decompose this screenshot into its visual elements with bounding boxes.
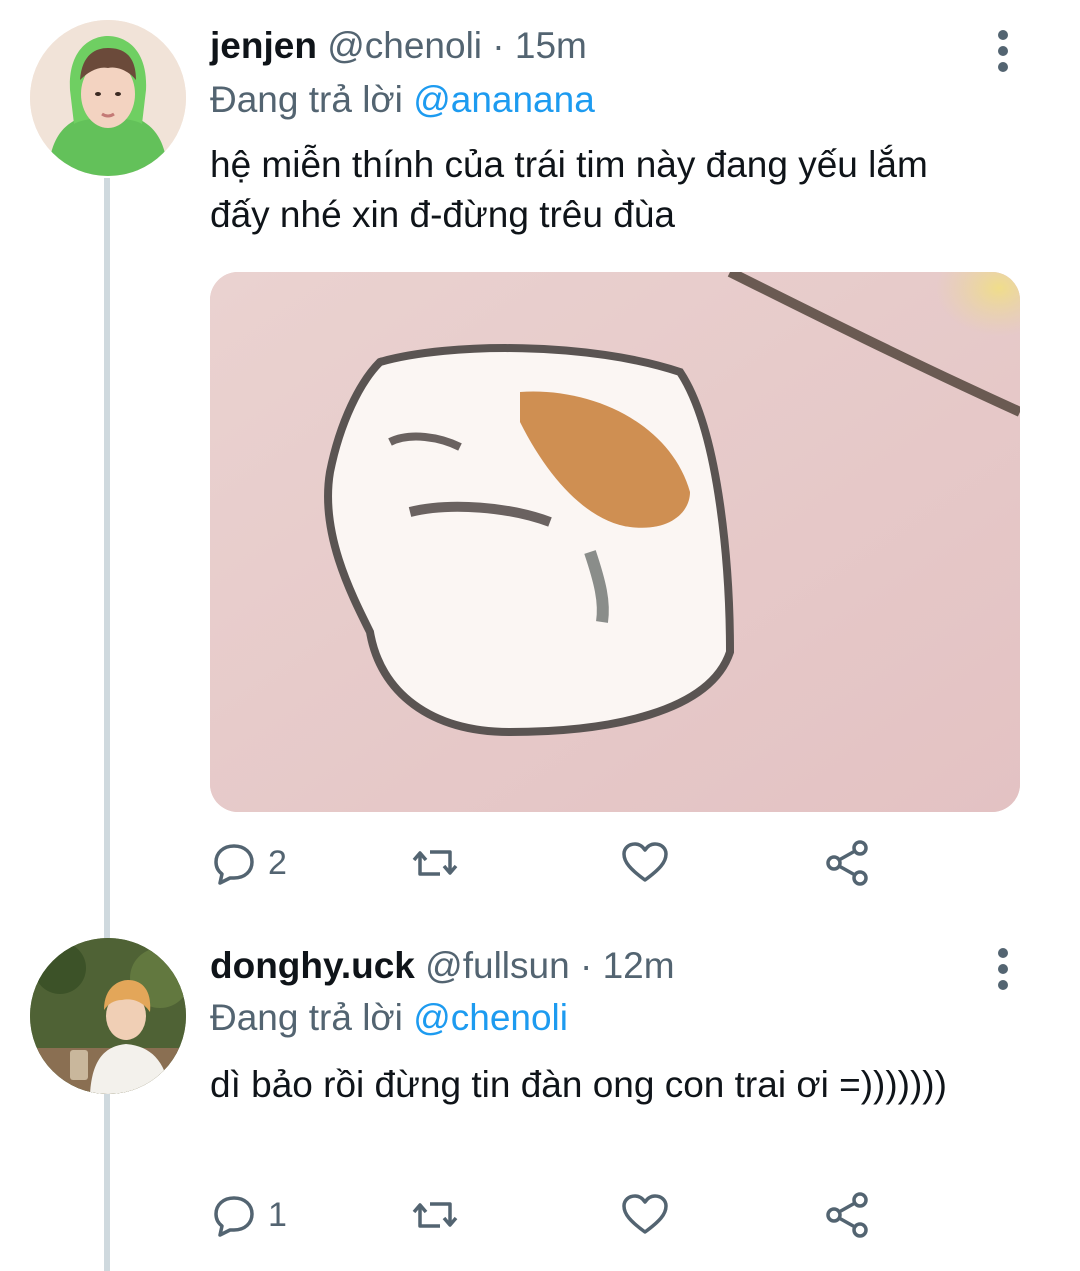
share-button[interactable] — [822, 1190, 872, 1240]
heart-icon — [622, 1194, 668, 1234]
display-name[interactable]: jenjen — [210, 25, 317, 66]
display-name[interactable]: donghy.uck — [210, 945, 415, 986]
tweet[interactable]: donghy.uck @fullsun · 12m Đang trả lời @… — [0, 920, 1080, 1271]
speech-bubble-icon — [214, 844, 254, 885]
timestamp[interactable]: 15m — [515, 25, 587, 66]
avatar[interactable] — [30, 20, 186, 176]
retweet-icon — [412, 850, 458, 876]
replying-to: Đang trả lời @ananana — [210, 78, 595, 122]
tweet-header: donghy.uck @fullsun · 12m — [210, 944, 675, 988]
user-handle[interactable]: @fullsun — [425, 945, 570, 986]
share-icon — [826, 840, 868, 886]
tweet-text: dì bảo rồi đừng tin đàn ong con trai ơi … — [210, 1064, 947, 1105]
more-vertical-icon[interactable] — [998, 30, 1010, 78]
tweet-actions: 1 — [210, 1190, 910, 1240]
reply-button[interactable]: 1 — [210, 1190, 287, 1240]
timestamp[interactable]: 12m — [603, 945, 675, 986]
tweet[interactable]: jenjen @chenoli · 15m Đang trả lời @anan… — [0, 0, 1080, 920]
mention-link[interactable]: @ananana — [413, 79, 595, 120]
mention-link[interactable]: @chenoli — [413, 997, 568, 1038]
reply-button[interactable]: 2 — [210, 838, 287, 888]
share-icon — [826, 1192, 868, 1238]
heart-icon — [622, 842, 668, 882]
separator-dot: · — [579, 945, 593, 986]
reply-count: 1 — [268, 1195, 287, 1234]
reply-count: 2 — [268, 843, 287, 882]
replying-to-label: Đang trả lời — [210, 997, 403, 1038]
speech-bubble-icon — [214, 1196, 254, 1237]
replying-to-label: Đang trả lời — [210, 79, 403, 120]
more-vertical-icon[interactable] — [998, 948, 1010, 996]
tweet-text: hệ miễn thính của trái tim này đang yếu … — [210, 144, 928, 235]
replying-to: Đang trả lời @chenoli — [210, 996, 568, 1040]
retweet-button[interactable] — [410, 838, 460, 888]
separator-dot: · — [492, 25, 505, 66]
like-button[interactable] — [620, 1190, 670, 1240]
user-handle[interactable]: @chenoli — [327, 25, 482, 66]
retweet-button[interactable] — [410, 1190, 460, 1240]
tweet-header: jenjen @chenoli · 15m — [210, 24, 587, 68]
share-button[interactable] — [822, 838, 872, 888]
like-button[interactable] — [620, 838, 670, 888]
avatar[interactable] — [30, 938, 186, 1094]
tweet-media-image[interactable] — [210, 272, 1020, 812]
retweet-icon — [412, 1202, 458, 1228]
tweet-actions: 2 — [210, 838, 910, 888]
